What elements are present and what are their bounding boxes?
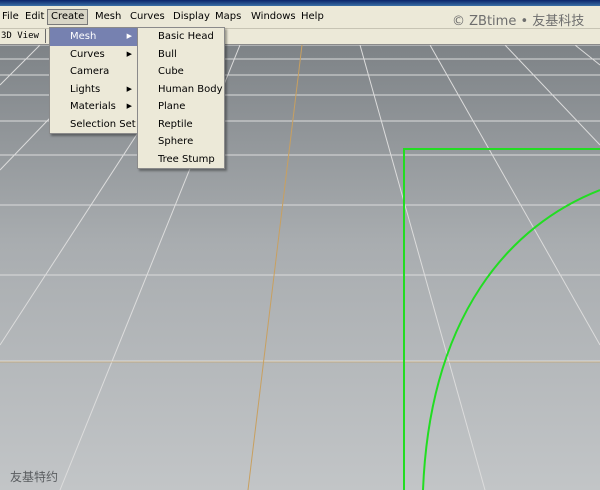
menu-item-selection-set[interactable]: Selection Set [50,116,138,134]
mesh-item-human-body[interactable]: Human Body [138,81,224,99]
grid-line [429,45,600,346]
bounding-box-outline [403,148,600,490]
grid-line [359,45,486,490]
menu-item-curves[interactable]: Curves ▶ [50,46,138,64]
submenu-arrow-icon: ▶ [126,102,132,110]
mesh-item-reptile[interactable]: Reptile [138,116,224,134]
menu-create[interactable]: Create [47,9,89,25]
menu-item-mesh[interactable]: Mesh ▶ [50,28,138,46]
menu-item-label: Curves [70,48,105,60]
mesh-submenu: Basic Head Bull Cube Human Body Plane Re… [137,27,225,169]
mesh-item-tree-stump[interactable]: Tree Stump [138,151,224,169]
menu-item-lights[interactable]: Lights ▶ [50,81,138,99]
menu-item-label: Lights [70,83,101,95]
submenu-arrow-icon: ▶ [126,49,132,58]
watermark-text: © ZBtime • 友基科技 [452,14,585,29]
mesh-item-bull[interactable]: Bull [138,46,224,64]
grid-line [0,45,41,86]
menu-item-materials[interactable]: Materials ▶ [50,98,138,116]
submenu-arrow-icon: ▶ [126,84,132,93]
menu-mesh[interactable]: Mesh [93,10,123,24]
menu-item-label: Selection Set [70,118,136,130]
menu-edit[interactable]: Edit [23,10,46,24]
mesh-item-plane[interactable]: Plane [138,98,224,116]
view-tab-3d[interactable]: 3D View [0,29,46,43]
menu-item-camera[interactable]: Camera [50,63,138,81]
grid-line [574,45,600,66]
submenu-arrow-icon: ▶ [126,32,132,40]
create-dropdown-menu: Mesh ▶ Curves ▶ Camera Lights ▶ Material… [49,27,139,134]
menu-curves[interactable]: Curves [128,10,167,24]
menu-item-label: Mesh [70,31,97,42]
menu-item-label: Materials [70,101,116,112]
menu-maps[interactable]: Maps [213,10,243,24]
menu-item-label: Camera [70,66,110,77]
menu-bar: File Edit Create Mesh Curves Display Map… [0,6,600,29]
mesh-item-basic-head[interactable]: Basic Head [138,28,224,46]
menu-display[interactable]: Display [171,10,212,24]
axis-line [247,45,303,490]
mesh-item-sphere[interactable]: Sphere [138,133,224,151]
object-silhouette [422,189,600,490]
mesh-item-cube[interactable]: Cube [138,63,224,81]
selected-object-outline[interactable] [403,148,600,490]
menu-windows[interactable]: Windows [249,10,298,24]
menu-help[interactable]: Help [299,10,326,24]
watermark-bottom: 友基特约 [10,470,59,484]
menu-file[interactable]: File [0,10,21,24]
